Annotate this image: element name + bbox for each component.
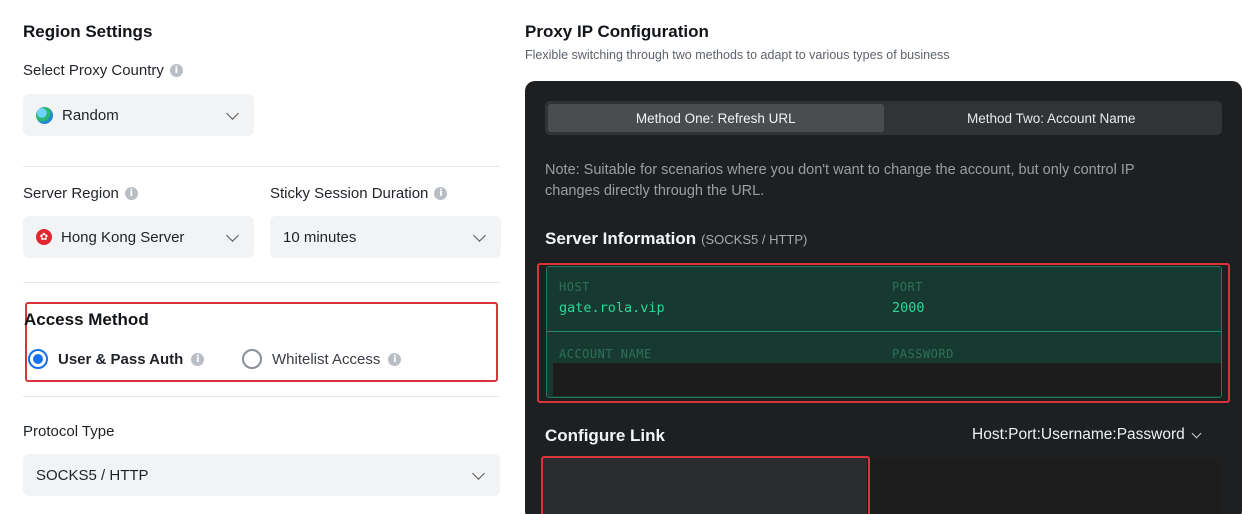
port-label: PORT [892, 280, 923, 294]
region-settings-title: Region Settings [23, 22, 153, 41]
host-label: HOST [559, 280, 590, 294]
link-format-select[interactable]: Host:Port:Username:Password [972, 426, 1202, 444]
server-region-label: Server Region [23, 185, 119, 202]
proxy-config-title: Proxy IP Configuration [525, 22, 709, 41]
account-name-label: ACCOUNT NAME [559, 347, 652, 361]
chevron-down-icon [473, 228, 486, 242]
globe-icon [36, 106, 53, 124]
protocol-select[interactable]: SOCKS5 / HTTP [23, 454, 500, 496]
credentials-redaction [553, 363, 1221, 396]
divider [23, 396, 500, 397]
proxy-config-subtitle: Flexible switching through two methods t… [525, 48, 950, 62]
divider [23, 282, 500, 283]
password-label: PASSWORD [892, 347, 954, 361]
info-icon[interactable]: i [124, 187, 138, 200]
protocol-select-value: SOCKS5 / HTTP [36, 466, 149, 484]
configure-link-highlight [541, 456, 870, 514]
radio-user-pass[interactable]: User & Pass Auth i [28, 349, 205, 369]
server-info-divider [547, 331, 1221, 332]
radio-user-pass-label: User & Pass Auth [58, 350, 184, 368]
chevron-down-icon [226, 106, 239, 120]
info-icon[interactable]: i [191, 352, 205, 366]
divider [23, 166, 500, 167]
radio-whitelist[interactable]: Whitelist Access i [242, 349, 402, 369]
host-value[interactable]: gate.rola.vip [559, 300, 665, 316]
link-format-value: Host:Port:Username:Password [972, 426, 1185, 443]
country-label: Select Proxy Country [23, 62, 164, 79]
method-note: Note: Suitable for scenarios where you d… [545, 162, 1135, 199]
sticky-label-row: Sticky Session Duration i [270, 185, 448, 202]
tab-account-name[interactable]: Method Two: Account Name [884, 104, 1220, 132]
tab-refresh-url[interactable]: Method One: Refresh URL [548, 104, 884, 132]
server-region-value: Hong Kong Server [61, 228, 185, 246]
sticky-label: Sticky Session Duration [270, 185, 429, 202]
chevron-down-icon [1191, 428, 1202, 438]
hong-kong-flag-icon: ✿ [36, 229, 52, 245]
country-select-value: Random [62, 106, 119, 124]
radio-whitelist-label: Whitelist Access [272, 350, 381, 368]
server-region-label-row: Server Region i [23, 185, 138, 202]
sticky-session-select[interactable]: 10 minutes [270, 216, 501, 258]
info-icon[interactable]: i [434, 187, 448, 200]
chevron-down-icon [226, 228, 239, 242]
country-label-row: Select Proxy Country i [23, 62, 183, 79]
port-value[interactable]: 2000 [892, 300, 925, 316]
protocol-label: Protocol Type [23, 423, 115, 440]
radio-selected-icon[interactable] [28, 349, 48, 369]
server-info-title: Server Information [545, 229, 697, 248]
info-icon[interactable]: i [388, 352, 402, 366]
server-region-select[interactable]: ✿ Hong Kong Server [23, 216, 254, 258]
info-icon[interactable]: i [169, 64, 183, 77]
server-info-protocols: (SOCKS5 / HTTP) [701, 232, 808, 247]
sticky-session-value: 10 minutes [283, 228, 357, 246]
server-info-heading: Server Information (SOCKS5 / HTTP) [545, 229, 807, 249]
configure-link-redaction [867, 458, 1222, 514]
country-select[interactable]: Random [23, 94, 254, 136]
server-info-box: HOST gate.rola.vip PORT 2000 ACCOUNT NAM… [546, 266, 1222, 398]
radio-unselected-icon[interactable] [242, 349, 262, 369]
access-method-title: Access Method [24, 310, 149, 329]
method-tabs: Method One: Refresh URL Method Two: Acco… [545, 101, 1222, 135]
configure-link-title: Configure Link [545, 426, 665, 445]
chevron-down-icon [472, 466, 485, 480]
